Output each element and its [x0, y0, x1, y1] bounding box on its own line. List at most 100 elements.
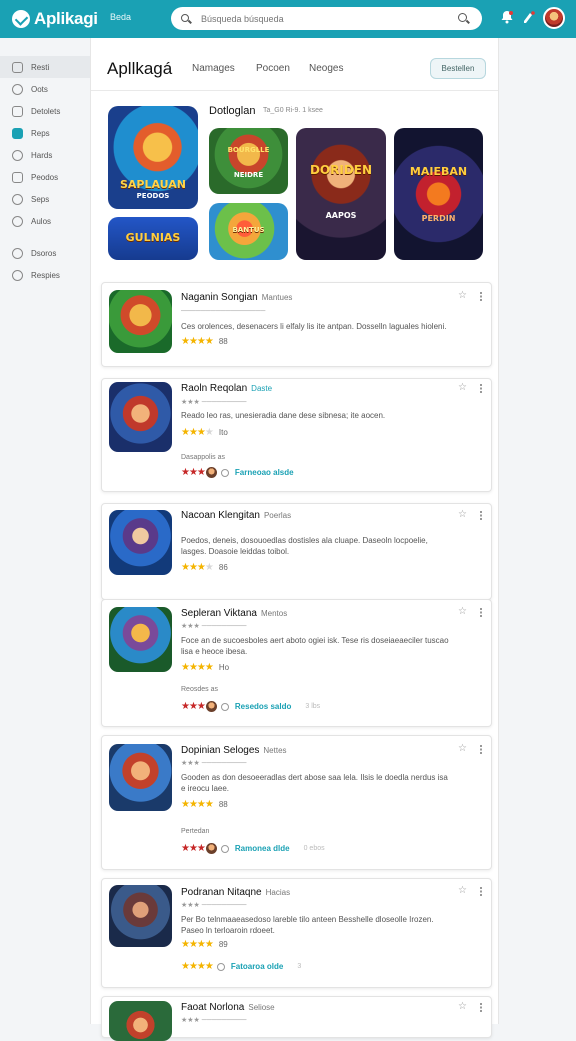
sidebar-item-recent[interactable]: Oots	[0, 78, 90, 100]
app-title[interactable]: Sepleran Viktana Mentos	[181, 608, 287, 619]
featured-art-6[interactable]: BANTUS	[209, 203, 288, 260]
star-icon: ★★★★	[181, 939, 214, 950]
card-footer: ★★★ Farneoao alsde	[181, 467, 294, 478]
favorite-icon[interactable]: ☆	[458, 290, 467, 301]
featured-art-4[interactable]: MAIEBAN PERDIN	[394, 128, 483, 260]
primary-button[interactable]: Bestellen	[430, 58, 486, 79]
clock-icon	[220, 702, 229, 711]
app-description: Ces orolences, desenacers li elfaly lis …	[181, 322, 447, 331]
app-title[interactable]: Nacoan Klengitan Poerlas	[181, 510, 291, 521]
app-card[interactable]: Faoat Norlona Seliose ★★★ ───────── ☆	[101, 996, 492, 1041]
footer-label: Reosdes as	[181, 686, 218, 693]
sidebar-item-favorites[interactable]: Hards	[0, 144, 90, 166]
info-icon	[12, 269, 23, 281]
more-icon[interactable]	[480, 292, 482, 301]
sidebar-item-details[interactable]: Detolets	[0, 100, 90, 122]
more-icon[interactable]	[480, 1003, 482, 1012]
footer-link[interactable]: Farneoao alsde	[235, 468, 294, 477]
sidebar-item-top[interactable]: Aulos	[0, 210, 90, 232]
featured-art-3[interactable]: DORIDEN AAPOS	[296, 128, 386, 260]
rating: ★★★★ 89	[181, 939, 228, 950]
app-card[interactable]: Naganin Songian Mantues ─────────────────…	[101, 282, 492, 367]
search-submit-icon[interactable]	[458, 13, 468, 23]
top-nav-link[interactable]: Beda	[110, 12, 131, 22]
more-icon[interactable]	[480, 608, 482, 617]
app-description: Per Bo telnmaaeasedoso lareble tilo ante…	[181, 915, 434, 935]
more-icon[interactable]	[480, 511, 482, 520]
sidebar-item-settings[interactable]: Seps	[0, 188, 90, 210]
user-avatar[interactable]	[543, 7, 565, 29]
app-card[interactable]: Raoln Reqolan Daste ★★★ ───────── Reado l…	[101, 378, 492, 492]
app-name: Aplikagi	[34, 9, 98, 28]
favorite-icon[interactable]: ☆	[458, 606, 467, 617]
featured-art-2[interactable]: BOURGLLE NEIDRE	[209, 128, 288, 194]
sidebar-item-label: Peodos	[31, 172, 59, 182]
favorite-icon[interactable]: ☆	[458, 743, 467, 754]
search-bar[interactable]	[171, 7, 482, 30]
more-icon[interactable]	[480, 887, 482, 896]
app-meta: ★★★ ─────────	[181, 1017, 247, 1024]
app-logo[interactable]: Aplikagi	[12, 8, 98, 30]
favorite-icon[interactable]: ☆	[458, 1001, 467, 1012]
app-thumbnail[interactable]	[109, 885, 172, 947]
sidebar-item-label: Oots	[31, 84, 48, 94]
tab-3[interactable]: Neoges	[309, 63, 343, 74]
footer-label: Pertedan	[181, 828, 210, 835]
app-thumbnail[interactable]	[109, 744, 172, 811]
more-icon[interactable]	[480, 745, 482, 754]
footer-link[interactable]: Ramonea dlde	[235, 844, 290, 853]
search-input[interactable]	[199, 12, 443, 25]
app-title[interactable]: Dopinian Seloges Nettes	[181, 745, 287, 756]
app-thumbnail[interactable]	[109, 1001, 172, 1041]
favorite-icon[interactable]: ☆	[458, 885, 467, 896]
star-icon: ★★★★	[181, 799, 214, 810]
app-meta: ★★★ ─────────	[181, 623, 247, 630]
featured-title: Dotloglan	[209, 105, 256, 117]
art-caption: BANTUS	[232, 226, 265, 234]
app-thumbnail[interactable]	[109, 382, 172, 452]
rating: ★★★★ 88	[181, 799, 228, 810]
app-title[interactable]: Raoln Reqolan Daste	[181, 383, 272, 394]
sidebar-item-saved[interactable]: Peodos	[0, 166, 90, 188]
sidebar: Resti Oots Detolets Reps Hards Peodos Se…	[0, 56, 90, 286]
app-thumbnail[interactable]	[109, 607, 172, 672]
app-card[interactable]: Sepleran Viktana Mentos ★★★ ───────── Foc…	[101, 599, 492, 727]
tab-2[interactable]: Pocoen	[256, 63, 290, 74]
app-card[interactable]: Dopinian Seloges Nettes ★★★ ───────── Goo…	[101, 735, 492, 870]
sidebar-item-home[interactable]: Resti	[0, 56, 90, 78]
art-subcaption: PERDIN	[421, 214, 456, 223]
footer-link[interactable]: Fatoaroa olde	[231, 962, 283, 971]
more-icon[interactable]	[480, 384, 482, 393]
app-card[interactable]: Podranan Nitaqne Hacias ★★★ ───────── Per…	[101, 878, 492, 988]
app-description: Foce an de sucoesboles aert aboto ogiei …	[181, 636, 449, 656]
app-title[interactable]: Podranan Nitaqne Hacias	[181, 887, 290, 898]
bell-icon[interactable]	[499, 10, 515, 26]
app-thumbnail[interactable]	[109, 510, 172, 575]
avatar	[205, 467, 217, 478]
gear-icon	[12, 193, 23, 205]
favorite-icon[interactable]: ☆	[458, 382, 467, 393]
footer-label: Dasappolis as	[181, 454, 225, 461]
app-card[interactable]: Nacoan Klengitan Poerlas Poedos, deneis, …	[101, 503, 492, 600]
card-footer: ★★★ Resedos saldo 3 lbs	[181, 701, 321, 712]
app-thumbnail[interactable]	[109, 290, 172, 353]
main-panel: Apllkagá Namages Pocoen Neoges Bestellen…	[90, 38, 499, 1041]
tab-1[interactable]: Namages	[192, 63, 235, 74]
featured-art-1[interactable]: SAPLAUAN PEODOS	[108, 106, 198, 209]
sidebar-item-label: Dsoros	[31, 248, 57, 258]
app-title[interactable]: Naganin Songian Mantues	[181, 292, 292, 303]
search-icon	[181, 13, 191, 24]
app-title[interactable]: Faoat Norlona Seliose	[181, 1002, 275, 1013]
footer-link[interactable]: Resedos saldo	[235, 702, 291, 711]
sidebar-item-label: Hards	[31, 150, 53, 160]
sidebar-item-help[interactable]: Respies	[0, 264, 90, 286]
art-caption: BOURGLLE	[227, 146, 270, 154]
apps-icon	[12, 127, 23, 139]
logo-check-icon	[12, 10, 30, 28]
settings-icon[interactable]	[521, 10, 537, 26]
divider	[91, 90, 498, 91]
sidebar-item-account[interactable]: Dsoros	[0, 242, 90, 264]
sidebar-item-apps[interactable]: Reps	[0, 122, 90, 144]
featured-art-5[interactable]: GULNIAS	[108, 217, 198, 260]
favorite-icon[interactable]: ☆	[458, 509, 467, 520]
